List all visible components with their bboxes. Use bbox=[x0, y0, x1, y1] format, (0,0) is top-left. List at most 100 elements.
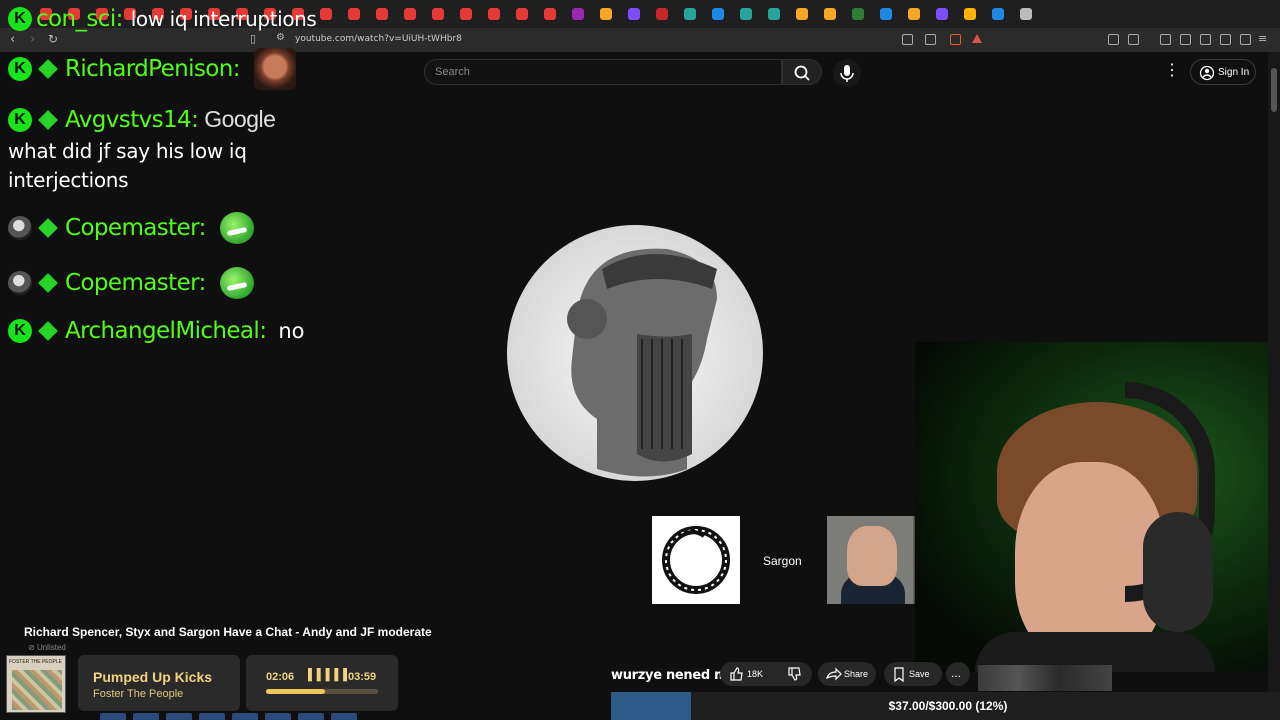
user-avatar bbox=[8, 216, 32, 240]
browser-tab-icon[interactable] bbox=[964, 8, 976, 20]
more-actions-button[interactable]: ... bbox=[946, 662, 970, 686]
browser-tab-icon[interactable] bbox=[1020, 8, 1032, 20]
sargon-bust-portrait bbox=[507, 225, 763, 481]
chat-message: K RichardPenison: bbox=[8, 48, 296, 90]
forward-arrow-icon[interactable]: › bbox=[30, 32, 35, 47]
taskbar-fragment bbox=[100, 713, 400, 720]
browser-tab-icon[interactable] bbox=[516, 8, 528, 20]
total-time: 03:59 bbox=[348, 671, 377, 683]
screenshot-icon[interactable] bbox=[1128, 34, 1139, 45]
url-field[interactable]: youtube.com/watch?v=UiUH-tWHbr8 bbox=[295, 34, 462, 44]
chat-username: Avgvstvs14: bbox=[65, 106, 199, 133]
taskbar-app-icon[interactable] bbox=[265, 713, 291, 720]
browser-tab-icon[interactable] bbox=[544, 8, 556, 20]
song-progress-fill bbox=[266, 689, 326, 694]
thumbs-down-icon[interactable] bbox=[784, 662, 804, 686]
browser-tab-icon[interactable] bbox=[348, 8, 360, 20]
chat-message-top: K con_sci: low iq interruptions bbox=[8, 6, 317, 32]
bookmark-icon[interactable]: ▯ bbox=[250, 32, 256, 45]
donation-goal-bar: $37.00/$300.00 (12%) bbox=[611, 692, 1280, 720]
like-button[interactable]: 18K bbox=[720, 662, 812, 686]
extensions-icon[interactable] bbox=[1108, 34, 1119, 45]
rewards-icon[interactable] bbox=[972, 34, 982, 43]
kick-badge-icon: K bbox=[8, 319, 32, 343]
browser-tab-icon[interactable] bbox=[992, 8, 1004, 20]
taskbar-app-icon[interactable] bbox=[298, 713, 324, 720]
brave-shield-icon[interactable] bbox=[950, 34, 961, 45]
browser-tab-icon[interactable] bbox=[796, 8, 808, 20]
kick-badge-icon: K bbox=[8, 57, 32, 81]
participant-label: Sargon bbox=[763, 554, 802, 568]
browser-tab-icon[interactable] bbox=[432, 8, 444, 20]
chat-username: Copemaster: bbox=[65, 270, 206, 296]
save-button[interactable]: Save bbox=[884, 662, 942, 686]
playback-time-card: 02:06 ▌▌▌▌▌ 03:59 bbox=[246, 655, 398, 711]
chat-message: Copemaster: bbox=[8, 212, 254, 244]
taskbar-app-icon[interactable] bbox=[133, 713, 159, 720]
browser-tab-icon[interactable] bbox=[712, 8, 724, 20]
shield-icon[interactable] bbox=[1240, 34, 1251, 45]
menu-icon[interactable]: ≡ bbox=[1258, 32, 1267, 45]
unlisted-badge: ⊘ Unlisted bbox=[28, 643, 66, 652]
media-icon[interactable] bbox=[1160, 34, 1171, 45]
cast-icon[interactable] bbox=[902, 34, 913, 45]
browser-tab-icon[interactable] bbox=[684, 8, 696, 20]
donation-goal-text: $37.00/$300.00 (12%) bbox=[888, 699, 1008, 713]
back-arrow-icon[interactable]: ‹ bbox=[10, 32, 15, 47]
taskbar-app-icon[interactable] bbox=[199, 713, 225, 720]
browser-tab-icon[interactable] bbox=[824, 8, 836, 20]
microphone-icon bbox=[840, 65, 854, 82]
browser-tab-icon[interactable] bbox=[572, 8, 584, 20]
thumbs-up-icon bbox=[730, 667, 743, 681]
browser-tab-icon[interactable] bbox=[628, 8, 640, 20]
scrollbar-thumb[interactable] bbox=[1271, 68, 1277, 112]
chat-username: ArchangelMicheal: bbox=[65, 318, 267, 344]
video-title: Richard Spencer, Styx and Sargon Have a … bbox=[24, 625, 432, 639]
search-input[interactable]: Search bbox=[424, 59, 782, 85]
browser-tab-icon[interactable] bbox=[488, 8, 500, 20]
recommended-video-thumbnail[interactable] bbox=[978, 665, 1112, 691]
green-grin-emote-icon bbox=[219, 267, 254, 299]
reload-icon[interactable]: ↻ bbox=[48, 32, 58, 46]
voice-search-button[interactable] bbox=[833, 59, 861, 87]
search-icon bbox=[794, 65, 810, 81]
account-icon bbox=[1199, 65, 1215, 81]
current-time: 02:06 bbox=[266, 671, 295, 683]
browser-tab-icon[interactable] bbox=[852, 8, 864, 20]
taskbar-app-icon[interactable] bbox=[166, 713, 192, 720]
site-info-icon[interactable]: ⚙ bbox=[276, 32, 285, 43]
sidebar-icon[interactable] bbox=[1180, 34, 1191, 45]
search-button[interactable] bbox=[782, 59, 822, 85]
green-grin-emote-icon bbox=[219, 212, 254, 244]
browser-tab-icon[interactable] bbox=[936, 8, 948, 20]
page-scrollbar[interactable] bbox=[1268, 52, 1280, 720]
browser-tab-icon[interactable] bbox=[768, 8, 780, 20]
sign-in-button[interactable]: Sign In bbox=[1190, 59, 1256, 85]
equalizer-icon: ▌▌▌▌▌ bbox=[308, 669, 352, 681]
browser-tab-icon[interactable] bbox=[656, 8, 668, 20]
taskbar-app-icon[interactable] bbox=[100, 713, 126, 720]
browser-tab-icon[interactable] bbox=[740, 8, 752, 20]
taskbar-app-icon[interactable] bbox=[331, 713, 357, 720]
browser-tab-icon[interactable] bbox=[376, 8, 388, 20]
chat-message: K ArchangelMicheal: no bbox=[8, 318, 305, 344]
vpn-icon[interactable] bbox=[1220, 34, 1231, 45]
browser-tab-icon[interactable] bbox=[460, 8, 472, 20]
chat-text: low iq interruptions bbox=[130, 7, 317, 31]
browser-tab-icon[interactable] bbox=[880, 8, 892, 20]
browser-tab-icon[interactable] bbox=[908, 8, 920, 20]
kick-badge-icon: K bbox=[8, 107, 32, 132]
share-page-icon[interactable] bbox=[925, 34, 936, 45]
kick-badge-icon: K bbox=[8, 7, 32, 31]
settings-kebab-icon[interactable]: ⋮ bbox=[1164, 60, 1180, 80]
browser-tab-icon[interactable] bbox=[320, 8, 332, 20]
subscriber-diamond-icon bbox=[35, 318, 61, 344]
wallet-icon[interactable] bbox=[1200, 34, 1211, 45]
streamer-webcam bbox=[915, 342, 1268, 672]
browser-tab-icon[interactable] bbox=[600, 8, 612, 20]
browser-tab-icon[interactable] bbox=[404, 8, 416, 20]
share-button[interactable]: Share bbox=[818, 662, 876, 686]
taskbar-app-icon[interactable] bbox=[232, 713, 258, 720]
save-bookmark-icon bbox=[894, 667, 904, 683]
now-playing-card: Pumped Up Kicks Foster The People bbox=[78, 655, 240, 711]
